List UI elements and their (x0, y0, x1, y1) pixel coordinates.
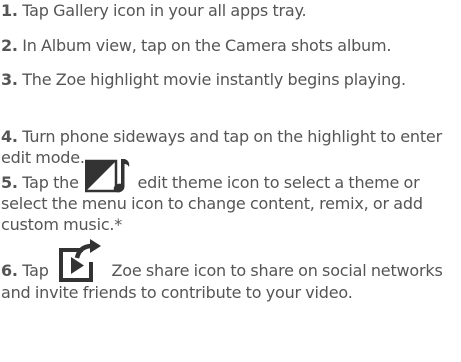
step-4: 4. Turn phone sideways and tap on the hi… (1, 126, 459, 168)
step-3: 3. The Zoe highlight movie instantly beg… (1, 69, 459, 90)
edit-theme-icon (84, 157, 131, 197)
step-number: 6. (1, 261, 18, 280)
step-text: Turn phone sideways and tap on the highl… (1, 127, 442, 167)
instructions-page: 1. Tap Gallery icon in your all apps tra… (0, 0, 461, 362)
step-text: In Album view, tap on the Camera shots a… (22, 36, 392, 55)
step-text-before: Tap (22, 261, 49, 280)
zoe-share-icon (57, 238, 103, 284)
step-text: The Zoe highlight movie instantly begins… (22, 70, 406, 89)
step-text-before: Tap the (22, 173, 79, 192)
step-5: 5. Tap the edit theme icon to select a t… (1, 158, 459, 235)
step-number: 2. (1, 36, 18, 55)
step-number: 1. (1, 1, 18, 20)
step-number: 5. (1, 173, 18, 192)
step-number: 3. (1, 70, 18, 89)
step-6: 6. Tap Zoe share icon to share on social… (1, 238, 459, 303)
step-text: Tap Gallery icon in your all apps tray. (22, 1, 307, 20)
step-1: 1. Tap Gallery icon in your all apps tra… (1, 0, 459, 21)
step-number: 4. (1, 127, 18, 146)
step-2: 2. In Album view, tap on the Camera shot… (1, 35, 459, 56)
